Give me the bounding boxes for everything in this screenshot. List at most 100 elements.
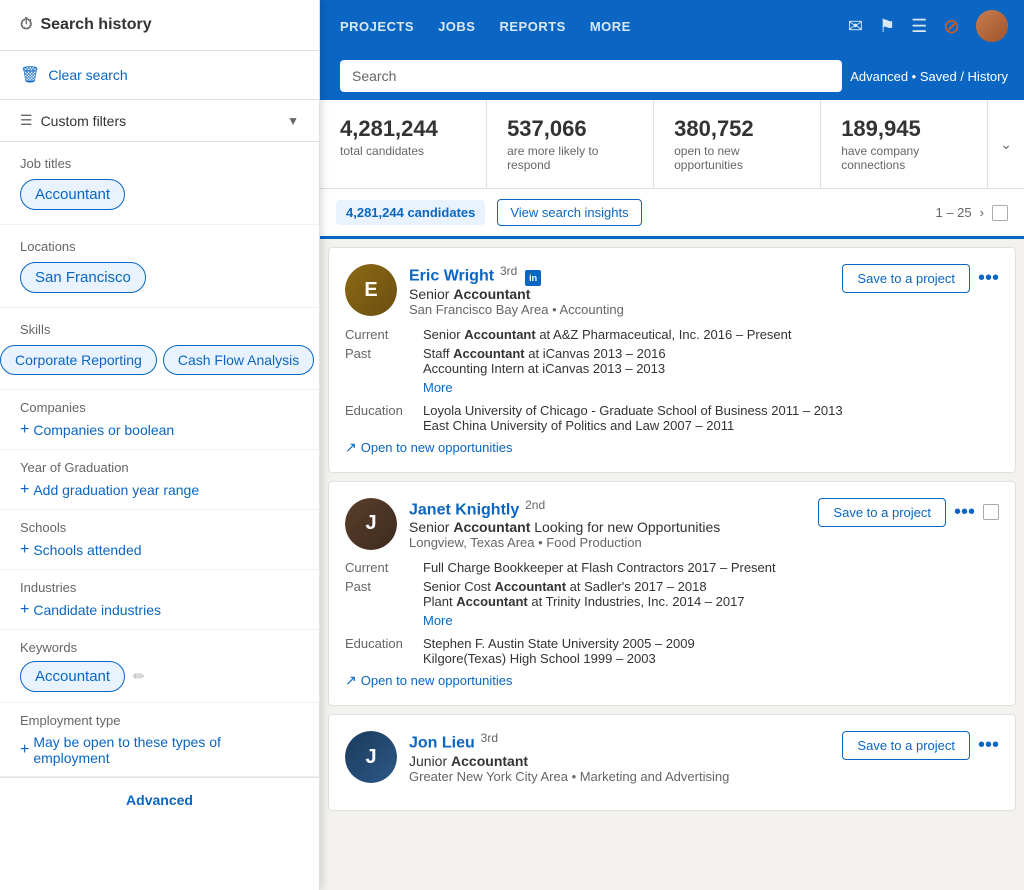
candidate-checkbox[interactable] (983, 504, 999, 520)
add-industries[interactable]: + Candidate industries (20, 601, 299, 619)
more-options-icon[interactable]: ••• (978, 267, 999, 290)
job-titles-section: Job titles Accountant (0, 142, 319, 225)
nav-more[interactable]: MORE (590, 15, 631, 38)
help-icon[interactable]: ⊘ (943, 14, 960, 39)
results-count-tab[interactable]: 4,281,244 candidates (336, 200, 485, 225)
save-to-project-button[interactable]: Save to a project (842, 264, 970, 293)
view-insights-button[interactable]: View search insights (497, 199, 641, 226)
mail-icon[interactable]: ✉ (848, 16, 863, 37)
clock-icon: ⏱ (20, 16, 32, 34)
past-position-1: Senior Cost Accountant at Sadler's 2017 … (423, 579, 999, 594)
candidate-name[interactable]: Jon Lieu (409, 735, 475, 752)
graduation-label: Year of Graduation (20, 460, 299, 475)
keyword-tag[interactable]: Accountant (20, 661, 125, 692)
past-position-2: Accounting Intern at iCanvas 2013 – 2013 (423, 361, 999, 376)
nav-jobs[interactable]: JOBS (438, 15, 475, 38)
past-label: Past (345, 579, 415, 632)
locations-section: Locations San Francisco (0, 225, 319, 308)
candidate-title: Senior Accountant Looking for new Opport… (409, 519, 806, 535)
plus-icon: + (20, 421, 29, 439)
advanced-saved-link[interactable]: Advanced • Saved / History (850, 69, 1008, 84)
current-label: Current (345, 560, 415, 575)
advanced-button[interactable]: Advanced (0, 777, 319, 822)
add-graduation[interactable]: + Add graduation year range (20, 481, 299, 499)
select-all-checkbox[interactable] (992, 205, 1008, 221)
skills-section: Skills Corporate Reporting Cash Flow Ana… (0, 308, 319, 390)
stat-respond: 537,066 are more likely to respond (487, 100, 654, 188)
stats-expand-icon[interactable]: ⌄ (988, 100, 1024, 188)
custom-filters-row[interactable]: ☰ Custom filters ▼ (0, 100, 319, 142)
add-companies[interactable]: + Companies or boolean (20, 421, 299, 439)
past-position-2: Plant Accountant at Trinity Industries, … (423, 594, 999, 609)
graduation-section: Year of Graduation + Add graduation year… (0, 450, 319, 510)
education-label: Education (345, 403, 415, 433)
education-1: Loyola University of Chicago - Graduate … (423, 403, 999, 418)
nav-projects[interactable]: PROJECTS (340, 15, 414, 38)
flag-icon[interactable]: ⚑ (879, 16, 895, 37)
more-link[interactable]: More (423, 613, 453, 628)
save-to-project-button[interactable]: Save to a project (818, 498, 946, 527)
past-position-1: Staff Accountant at iCanvas 2013 – 2016 (423, 346, 999, 361)
education-label: Education (345, 636, 415, 666)
companies-label: Companies (20, 400, 299, 415)
schools-label: Schools (20, 520, 299, 535)
more-options-icon[interactable]: ••• (978, 734, 999, 757)
search-filter-panel: ⏱ Search history 🗑 Clear search ☰ Custom… (0, 0, 320, 890)
stat-total: 4,281,244 total candidates (320, 100, 487, 188)
plus-icon: + (20, 741, 29, 759)
list-icon[interactable]: ☰ (911, 16, 927, 37)
edit-icon[interactable]: ✏ (133, 668, 145, 685)
candidate-location: Greater New York City Area • Marketing a… (409, 769, 830, 784)
filter-lines-icon: ☰ (20, 112, 33, 129)
skill-tag-1[interactable]: Corporate Reporting (0, 345, 157, 375)
current-position: Full Charge Bookkeeper at Flash Contract… (423, 560, 999, 575)
clear-search-button[interactable]: 🗑 Clear search (0, 51, 319, 100)
panel-title: Search history (40, 16, 151, 34)
job-titles-label: Job titles (20, 156, 299, 171)
candidate-name[interactable]: Eric Wright (409, 268, 494, 285)
opportunity-icon: ↗ (345, 439, 357, 456)
avatar[interactable]: E (345, 264, 397, 316)
avatar[interactable]: J (345, 731, 397, 783)
open-opportunity-link[interactable]: ↗ Open to new opportunities (345, 439, 999, 456)
nav-reports[interactable]: REPORTS (499, 15, 565, 38)
keywords-section: Keywords Accountant ✏ (0, 630, 319, 703)
more-options-icon[interactable]: ••• (954, 501, 975, 524)
education-1: Stephen F. Austin State University 2005 … (423, 636, 999, 651)
more-link[interactable]: More (423, 380, 453, 395)
education-2: Kilgore(Texas) High School 1999 – 2003 (423, 651, 999, 666)
keywords-label: Keywords (20, 640, 299, 655)
search-input[interactable]: Search (340, 60, 842, 92)
industries-label: Industries (20, 580, 299, 595)
candidate-title: Senior Accountant (409, 286, 830, 302)
employment-type-section: Employment type + May be open to these t… (0, 703, 319, 777)
save-to-project-button[interactable]: Save to a project (842, 731, 970, 760)
plus-icon: + (20, 541, 29, 559)
education-2: East China University of Politics and La… (423, 418, 999, 433)
connection-degree: 3rd (500, 264, 517, 278)
employment-type-label: Employment type (20, 713, 299, 728)
linkedin-icon: in (525, 270, 541, 286)
connection-degree: 2nd (525, 498, 545, 512)
avatar[interactable] (976, 10, 1008, 42)
add-schools[interactable]: + Schools attended (20, 541, 299, 559)
stat-connections: 189,945 have company connections (821, 100, 988, 188)
pagination-next[interactable]: › (980, 205, 984, 220)
candidate-name[interactable]: Janet Knightly (409, 501, 519, 518)
schools-section: Schools + Schools attended (0, 510, 319, 570)
location-tag[interactable]: San Francisco (20, 262, 146, 293)
table-row: E Eric Wright 3rd in Senior Accountant S… (328, 247, 1016, 473)
job-title-tag[interactable]: Accountant (20, 179, 125, 210)
chevron-down-icon: ▼ (287, 114, 299, 128)
past-label: Past (345, 346, 415, 399)
current-position: Senior Accountant at A&Z Pharmaceutical,… (423, 327, 999, 342)
table-row: J Jon Lieu 3rd Junior Accountant Greater… (328, 714, 1016, 811)
opportunity-icon: ↗ (345, 672, 357, 689)
skill-tag-2[interactable]: Cash Flow Analysis (163, 345, 314, 375)
open-opportunity-link[interactable]: ↗ Open to new opportunities (345, 672, 999, 689)
add-employment[interactable]: + May be open to these types of employme… (20, 734, 299, 766)
companies-section: Companies + Companies or boolean (0, 390, 319, 450)
current-label: Current (345, 327, 415, 342)
avatar[interactable]: J (345, 498, 397, 550)
locations-label: Locations (20, 239, 299, 254)
